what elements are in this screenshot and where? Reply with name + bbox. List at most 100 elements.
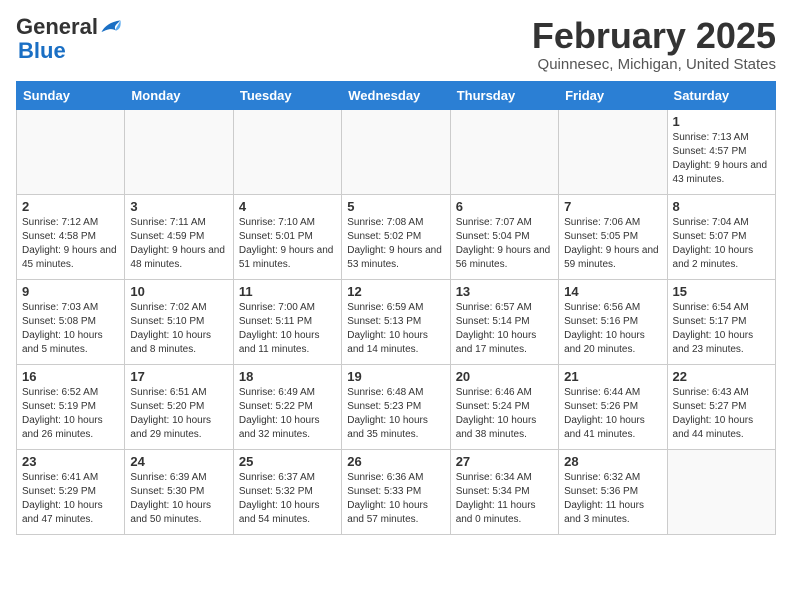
- calendar-cell: 18 Sunrise: 6:49 AM Sunset: 5:22 PM Dayli…: [233, 364, 341, 449]
- calendar-cell: [667, 449, 775, 534]
- calendar-table: SundayMondayTuesdayWednesdayThursdayFrid…: [16, 81, 776, 535]
- logo-general-text: General: [16, 16, 98, 38]
- calendar-cell: 8 Sunrise: 7:04 AM Sunset: 5:07 PM Daylig…: [667, 194, 775, 279]
- day-number: 15: [673, 284, 770, 299]
- week-row-1: 1 Sunrise: 7:13 AM Sunset: 4:57 PM Daylig…: [17, 109, 776, 194]
- day-number: 13: [456, 284, 553, 299]
- calendar-cell: 14 Sunrise: 6:56 AM Sunset: 5:16 PM Dayli…: [559, 279, 667, 364]
- weekday-header-tuesday: Tuesday: [233, 81, 341, 109]
- day-info: Sunrise: 7:11 AM Sunset: 4:59 PM Dayligh…: [130, 216, 227, 272]
- calendar-cell: [450, 109, 558, 194]
- calendar-cell: 21Sunrise: 6:44 AM Sunset: 5:26 PM Dayli…: [559, 364, 667, 449]
- calendar-cell: [17, 109, 125, 194]
- calendar-cell: [233, 109, 341, 194]
- day-number: 6: [456, 199, 553, 214]
- calendar-cell: 10Sunrise: 7:02 AM Sunset: 5:10 PM Dayli…: [125, 279, 233, 364]
- day-number: 9: [22, 284, 119, 299]
- calendar-cell: 23 Sunrise: 6:41 AM Sunset: 5:29 PM Dayli…: [17, 449, 125, 534]
- logo: General Blue: [16, 16, 122, 64]
- day-number: 28: [564, 454, 661, 469]
- calendar-cell: 3 Sunrise: 7:11 AM Sunset: 4:59 PM Daylig…: [125, 194, 233, 279]
- calendar-cell: [342, 109, 450, 194]
- calendar-cell: 12 Sunrise: 6:59 AM Sunset: 5:13 PM Dayli…: [342, 279, 450, 364]
- weekday-header-sunday: Sunday: [17, 81, 125, 109]
- calendar-cell: 7 Sunrise: 7:06 AM Sunset: 5:05 PM Daylig…: [559, 194, 667, 279]
- location-text: Quinnesec, Michigan, United States: [532, 56, 776, 73]
- day-number: 12: [347, 284, 444, 299]
- calendar-cell: 20Sunrise: 6:46 AM Sunset: 5:24 PM Dayli…: [450, 364, 558, 449]
- week-row-2: 2Sunrise: 7:12 AM Sunset: 4:58 PM Daylig…: [17, 194, 776, 279]
- day-number: 21: [564, 369, 661, 384]
- day-number: 26: [347, 454, 444, 469]
- title-area: February 2025 Quinnesec, Michigan, Unite…: [532, 16, 776, 73]
- day-number: 7: [564, 199, 661, 214]
- day-info: Sunrise: 6:34 AM Sunset: 5:34 PM Dayligh…: [456, 471, 553, 527]
- day-number: 20: [456, 369, 553, 384]
- day-number: 10: [130, 284, 227, 299]
- day-info: Sunrise: 6:41 AM Sunset: 5:29 PM Dayligh…: [22, 471, 119, 527]
- day-number: 11: [239, 284, 336, 299]
- day-info: Sunrise: 6:39 AM Sunset: 5:30 PM Dayligh…: [130, 471, 227, 527]
- day-number: 22: [673, 369, 770, 384]
- week-row-4: 16Sunrise: 6:52 AM Sunset: 5:19 PM Dayli…: [17, 364, 776, 449]
- logo-bird-icon: [100, 18, 122, 36]
- calendar-cell: 6 Sunrise: 7:07 AM Sunset: 5:04 PM Daylig…: [450, 194, 558, 279]
- week-row-3: 9 Sunrise: 7:03 AM Sunset: 5:08 PM Daylig…: [17, 279, 776, 364]
- calendar-cell: 2Sunrise: 7:12 AM Sunset: 4:58 PM Daylig…: [17, 194, 125, 279]
- day-number: 23: [22, 454, 119, 469]
- calendar-cell: 26 Sunrise: 6:36 AM Sunset: 5:33 PM Dayli…: [342, 449, 450, 534]
- calendar-cell: 9 Sunrise: 7:03 AM Sunset: 5:08 PM Daylig…: [17, 279, 125, 364]
- weekday-header-wednesday: Wednesday: [342, 81, 450, 109]
- weekday-header-monday: Monday: [125, 81, 233, 109]
- day-info: Sunrise: 7:03 AM Sunset: 5:08 PM Dayligh…: [22, 301, 119, 357]
- day-number: 17: [130, 369, 227, 384]
- page-header: General Blue February 2025 Quinnesec, Mi…: [16, 16, 776, 73]
- weekday-header-friday: Friday: [559, 81, 667, 109]
- day-info: Sunrise: 6:51 AM Sunset: 5:20 PM Dayligh…: [130, 386, 227, 442]
- calendar-cell: 13 Sunrise: 6:57 AM Sunset: 5:14 PM Dayli…: [450, 279, 558, 364]
- day-number: 3: [130, 199, 227, 214]
- day-info: Sunrise: 6:37 AM Sunset: 5:32 PM Dayligh…: [239, 471, 336, 527]
- month-title: February 2025: [532, 16, 776, 56]
- calendar-cell: [559, 109, 667, 194]
- calendar-cell: 16Sunrise: 6:52 AM Sunset: 5:19 PM Dayli…: [17, 364, 125, 449]
- day-number: 19: [347, 369, 444, 384]
- day-info: Sunrise: 6:49 AM Sunset: 5:22 PM Dayligh…: [239, 386, 336, 442]
- day-number: 1: [673, 114, 770, 129]
- calendar-cell: 5Sunrise: 7:08 AM Sunset: 5:02 PM Daylig…: [342, 194, 450, 279]
- day-info: Sunrise: 6:57 AM Sunset: 5:14 PM Dayligh…: [456, 301, 553, 357]
- calendar-cell: 28Sunrise: 6:32 AM Sunset: 5:36 PM Dayli…: [559, 449, 667, 534]
- day-number: 24: [130, 454, 227, 469]
- logo-blue-text: Blue: [18, 38, 66, 63]
- calendar-cell: 25Sunrise: 6:37 AM Sunset: 5:32 PM Dayli…: [233, 449, 341, 534]
- calendar-cell: 11 Sunrise: 7:00 AM Sunset: 5:11 PM Dayli…: [233, 279, 341, 364]
- day-number: 14: [564, 284, 661, 299]
- weekday-header-row: SundayMondayTuesdayWednesdayThursdayFrid…: [17, 81, 776, 109]
- day-number: 5: [347, 199, 444, 214]
- day-number: 8: [673, 199, 770, 214]
- day-info: Sunrise: 7:12 AM Sunset: 4:58 PM Dayligh…: [22, 216, 119, 272]
- day-info: Sunrise: 7:07 AM Sunset: 5:04 PM Dayligh…: [456, 216, 553, 272]
- calendar-cell: 24 Sunrise: 6:39 AM Sunset: 5:30 PM Dayli…: [125, 449, 233, 534]
- day-number: 18: [239, 369, 336, 384]
- day-info: Sunrise: 6:56 AM Sunset: 5:16 PM Dayligh…: [564, 301, 661, 357]
- day-number: 16: [22, 369, 119, 384]
- calendar-cell: 1 Sunrise: 7:13 AM Sunset: 4:57 PM Daylig…: [667, 109, 775, 194]
- day-info: Sunrise: 7:04 AM Sunset: 5:07 PM Dayligh…: [673, 216, 770, 272]
- day-info: Sunrise: 7:06 AM Sunset: 5:05 PM Dayligh…: [564, 216, 661, 272]
- day-info: Sunrise: 7:00 AM Sunset: 5:11 PM Dayligh…: [239, 301, 336, 357]
- weekday-header-thursday: Thursday: [450, 81, 558, 109]
- calendar-cell: 19 Sunrise: 6:48 AM Sunset: 5:23 PM Dayli…: [342, 364, 450, 449]
- day-info: Sunrise: 7:13 AM Sunset: 4:57 PM Dayligh…: [673, 131, 770, 187]
- day-info: Sunrise: 6:54 AM Sunset: 5:17 PM Dayligh…: [673, 301, 770, 357]
- week-row-5: 23 Sunrise: 6:41 AM Sunset: 5:29 PM Dayli…: [17, 449, 776, 534]
- day-number: 27: [456, 454, 553, 469]
- day-info: Sunrise: 7:10 AM Sunset: 5:01 PM Dayligh…: [239, 216, 336, 272]
- calendar-cell: [125, 109, 233, 194]
- day-info: Sunrise: 6:43 AM Sunset: 5:27 PM Dayligh…: [673, 386, 770, 442]
- day-info: Sunrise: 6:59 AM Sunset: 5:13 PM Dayligh…: [347, 301, 444, 357]
- calendar-cell: 22 Sunrise: 6:43 AM Sunset: 5:27 PM Dayli…: [667, 364, 775, 449]
- calendar-cell: 17 Sunrise: 6:51 AM Sunset: 5:20 PM Dayli…: [125, 364, 233, 449]
- day-info: Sunrise: 6:48 AM Sunset: 5:23 PM Dayligh…: [347, 386, 444, 442]
- day-info: Sunrise: 6:36 AM Sunset: 5:33 PM Dayligh…: [347, 471, 444, 527]
